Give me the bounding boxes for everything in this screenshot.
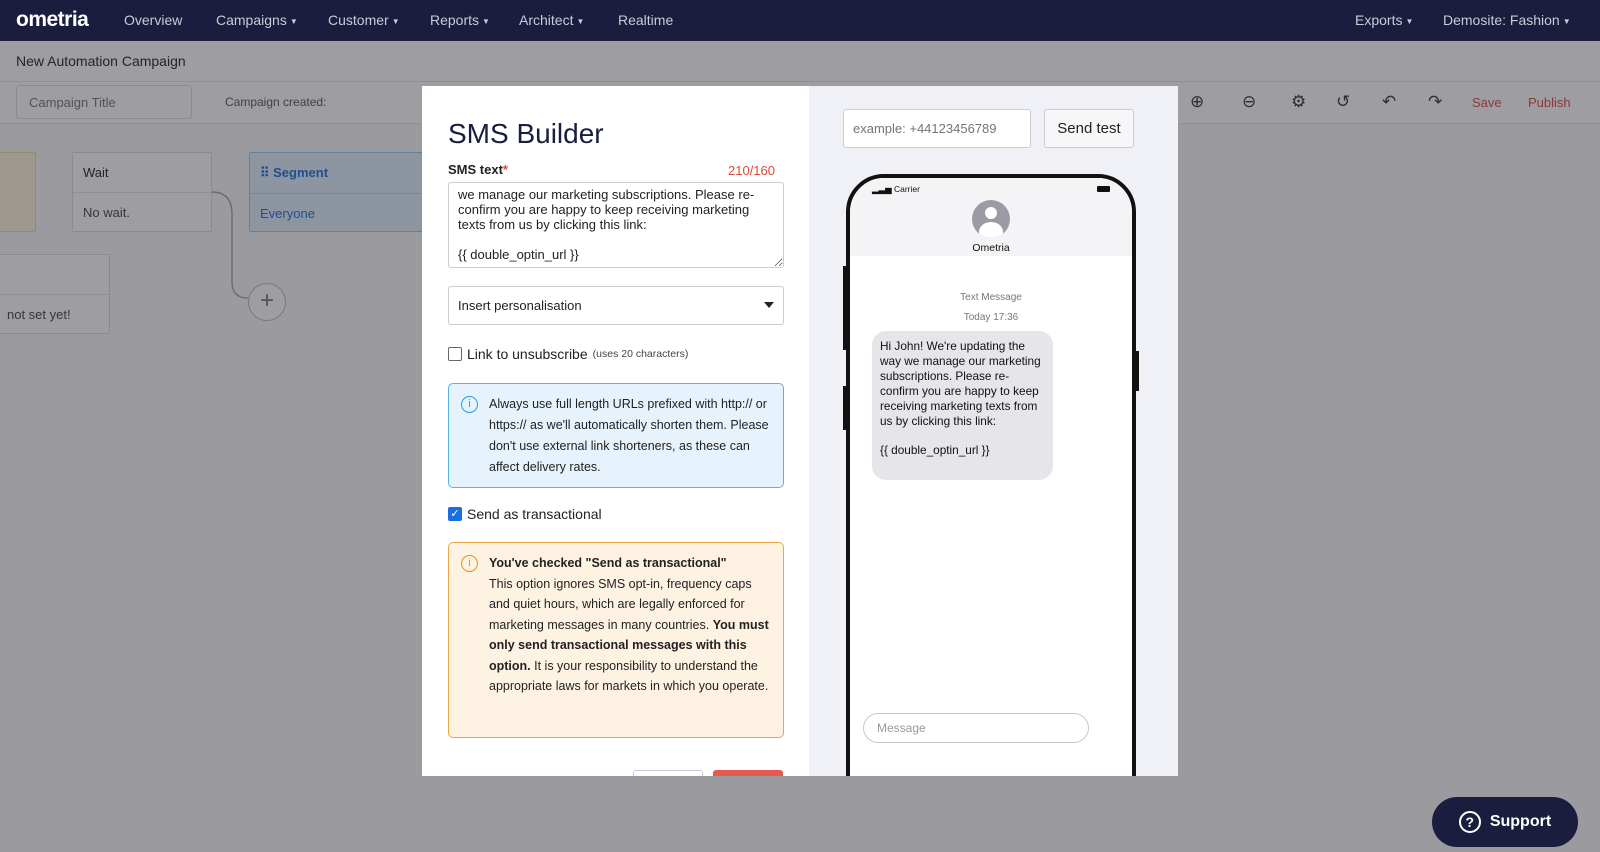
- nav-architect[interactable]: Architect ▼: [519, 12, 584, 28]
- sms-text-label: SMS text*: [448, 162, 508, 177]
- nav-realtime[interactable]: Realtime: [618, 12, 673, 28]
- sms-builder-modal: SMS Builder SMS text* 210/160 we manage …: [422, 86, 1178, 776]
- phone-preview: ▂▃▅ Carrier Ometria Text Message Today 1…: [846, 174, 1136, 776]
- signal-icon: ▂▃▅: [872, 184, 894, 194]
- transactional-row: ✓ Send as transactional: [448, 506, 602, 522]
- warning-icon: i: [461, 555, 478, 572]
- message-bubble: Hi John! We're updating the way we manag…: [872, 331, 1053, 480]
- battery-icon: [1097, 186, 1110, 192]
- sms-editor-panel: SMS Builder SMS text* 210/160 we manage …: [422, 86, 809, 776]
- info-icon: i: [461, 396, 478, 413]
- help-icon: ?: [1458, 811, 1481, 833]
- avatar: [972, 200, 1010, 238]
- modal-title: SMS Builder: [448, 118, 604, 149]
- info-text: Always use full length URLs prefixed wit…: [489, 397, 769, 474]
- message-type: Text Message: [960, 292, 1022, 303]
- sms-character-count: 210/160: [728, 163, 775, 178]
- save-sms-button[interactable]: [713, 770, 783, 776]
- chevron-down-icon: ▼: [576, 16, 585, 26]
- chevron-down-icon: ▼: [1405, 16, 1414, 26]
- chevron-down-icon: ▼: [289, 16, 298, 26]
- nav-reports[interactable]: Reports ▼: [430, 12, 490, 28]
- sms-preview-panel: Send test ▂▃▅ Carrier Ometria Text Messa…: [809, 86, 1178, 776]
- transactional-checkbox[interactable]: ✓: [448, 507, 462, 521]
- warning-title: You've checked "Send as transactional": [489, 556, 727, 570]
- sms-text-area[interactable]: we manage our marketing subscriptions. P…: [448, 182, 784, 268]
- top-nav: ometria Overview Campaigns ▼ Customer ▼ Re…: [0, 0, 1600, 41]
- unsubscribe-checkbox[interactable]: [448, 347, 462, 361]
- message-input: Message: [863, 713, 1089, 743]
- url-info-box: i Always use full length URLs prefixed w…: [448, 383, 784, 488]
- unsubscribe-row: Link to unsubscribe (uses 20 characters): [448, 346, 688, 362]
- nav-overview[interactable]: Overview: [124, 12, 182, 28]
- message-time: Today 17:36: [963, 312, 1019, 323]
- phone-header: ▂▃▅ Carrier Ometria: [850, 178, 1132, 256]
- nav-account[interactable]: Demosite: Fashion ▼: [1443, 12, 1571, 28]
- unsubscribe-label: Link to unsubscribe: [467, 346, 588, 362]
- transactional-warning-box: i You've checked "Send as transactional"…: [448, 542, 784, 738]
- carrier-status: ▂▃▅ Carrier: [872, 184, 920, 194]
- cancel-button[interactable]: [633, 770, 703, 776]
- chevron-down-icon: [764, 302, 774, 308]
- chevron-down-icon: ▼: [1562, 16, 1571, 26]
- insert-personalisation-select[interactable]: Insert personalisation: [448, 286, 784, 325]
- send-test-button[interactable]: Send test: [1044, 109, 1134, 148]
- chevron-down-icon: ▼: [482, 16, 490, 26]
- contact-name: Ometria: [972, 242, 1010, 254]
- nav-campaigns[interactable]: Campaigns ▼: [216, 12, 298, 28]
- warning-text-2: It is your responsibility to understand …: [489, 658, 769, 694]
- ometria-logo[interactable]: ometria: [16, 8, 89, 32]
- test-phone-input[interactable]: [843, 109, 1031, 148]
- transactional-label: Send as transactional: [467, 506, 602, 522]
- chevron-down-icon: ▼: [391, 16, 400, 26]
- nav-customer[interactable]: Customer ▼: [328, 12, 400, 28]
- support-button[interactable]: ? Support: [1432, 797, 1578, 847]
- unsubscribe-note: (uses 20 characters): [592, 348, 689, 360]
- nav-exports[interactable]: Exports ▼: [1355, 12, 1413, 28]
